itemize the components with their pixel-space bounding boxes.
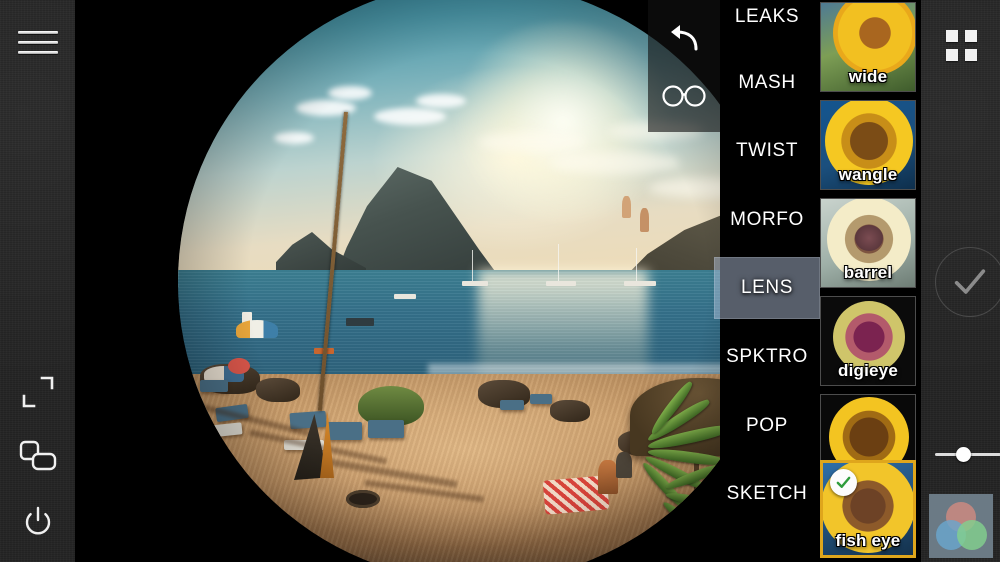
photo-canvas[interactable] — [76, 0, 720, 562]
right-toolbar — [920, 0, 1000, 562]
cloud — [550, 152, 680, 174]
floating-tool-panel — [648, 0, 720, 132]
cloud — [416, 94, 466, 108]
cloud — [374, 108, 446, 125]
effect-preview-image — [821, 101, 915, 189]
grid-button[interactable] — [921, 18, 1000, 72]
effect-thumb-fish-eye[interactable]: fish eye — [820, 460, 916, 558]
person — [598, 460, 618, 494]
sailboat — [546, 281, 576, 286]
hamburger-menu-button[interactable] — [0, 14, 76, 70]
sailboat-mast — [472, 250, 473, 282]
category-twist[interactable]: TWIST — [714, 120, 820, 182]
sailboat-mast — [558, 244, 559, 282]
effect-thumbnail-strip: wide wangle barrel digieye fish eye — [820, 0, 920, 562]
selected-check-badge — [830, 469, 857, 496]
lounger — [326, 422, 362, 440]
beach-umbrella — [228, 358, 250, 374]
beach-rock — [550, 400, 590, 422]
category-label: MORFO — [730, 209, 804, 230]
boat — [394, 294, 416, 299]
layers-button[interactable] — [0, 428, 76, 484]
glasses-icon — [662, 85, 706, 107]
effect-thumb-wide[interactable]: wide — [820, 2, 916, 92]
sailboat-mast — [636, 248, 637, 282]
effect-thumb-barrel[interactable]: barrel — [820, 198, 916, 288]
power-icon — [25, 506, 51, 535]
effect-thumb-digieye[interactable]: digieye — [820, 296, 916, 386]
fire-ring — [346, 490, 380, 508]
hamburger-menu-icon — [18, 30, 58, 54]
layers-icon — [19, 440, 57, 471]
effect-preview-image — [821, 199, 915, 287]
apply-button[interactable] — [935, 247, 1000, 317]
sailboat — [462, 281, 488, 286]
editor-root: LEAKS MASH TWIST MORFO LENS SPKTRO POP S… — [0, 0, 1000, 562]
power-button[interactable] — [0, 494, 76, 550]
category-pop[interactable]: POP — [714, 395, 820, 457]
category-label: MASH — [738, 72, 796, 93]
grid-four-squares-icon — [945, 29, 977, 61]
cloud — [478, 132, 586, 152]
lounger — [200, 380, 228, 392]
expand-corners-icon — [22, 376, 54, 408]
check-icon — [954, 269, 986, 294]
color-mixer-button[interactable] — [929, 494, 993, 558]
cloud — [274, 132, 314, 144]
category-label: SKETCH — [726, 483, 808, 504]
slider-knob[interactable] — [956, 447, 971, 462]
undo-button[interactable] — [648, 8, 720, 68]
resize-button[interactable] — [0, 364, 76, 420]
left-toolbar — [0, 0, 76, 562]
category-morfo[interactable]: MORFO — [714, 189, 820, 251]
lounger — [368, 420, 404, 438]
person — [640, 208, 649, 232]
effect-preview-image — [821, 3, 915, 91]
category-lens[interactable]: LENS — [714, 257, 820, 319]
boat — [346, 318, 374, 326]
category-label: POP — [746, 415, 788, 436]
beach-umbrella — [236, 320, 278, 338]
category-label: LEAKS — [734, 6, 800, 27]
lounger — [500, 400, 524, 410]
undo-arrow-icon — [671, 25, 698, 51]
check-icon — [836, 476, 851, 488]
category-label: SPKTRO — [726, 346, 808, 367]
category-leaks[interactable]: LEAKS — [714, 0, 820, 48]
lounger — [530, 394, 552, 404]
intensity-slider[interactable] — [935, 443, 1000, 465]
cloud — [328, 86, 372, 100]
beach-rock — [256, 378, 300, 402]
category-label: LENS — [740, 277, 794, 298]
effect-preview-image — [821, 297, 915, 385]
sailboat — [624, 281, 656, 286]
category-sketch[interactable]: SKETCH — [714, 463, 820, 525]
person — [616, 452, 632, 478]
compare-button[interactable] — [648, 66, 720, 126]
effect-thumb-wangle[interactable]: wangle — [820, 100, 916, 190]
category-spktro[interactable]: SPKTRO — [714, 326, 820, 388]
effect-category-list: LEAKS MASH TWIST MORFO LENS SPKTRO POP S… — [714, 0, 820, 562]
person — [622, 196, 631, 218]
fisheye-photo[interactable] — [178, 0, 720, 562]
category-mash[interactable]: MASH — [714, 52, 820, 114]
category-label: TWIST — [735, 140, 799, 161]
